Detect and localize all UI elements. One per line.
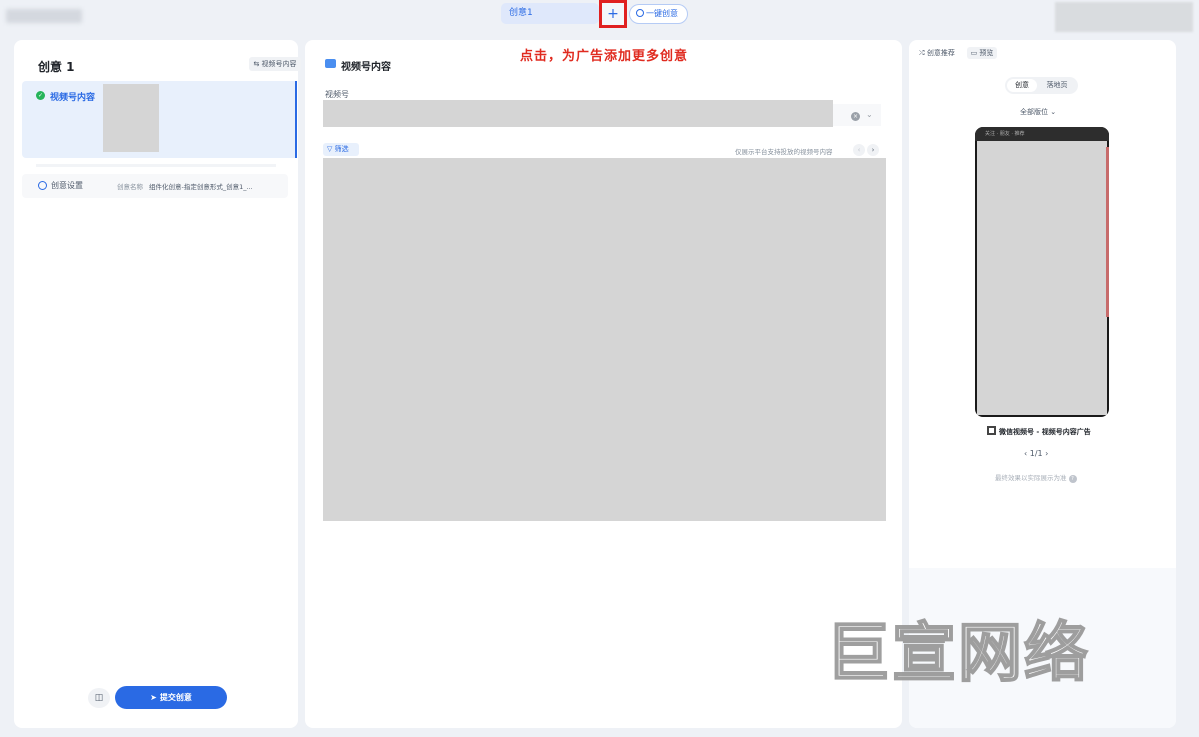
video-content-grid [323, 158, 886, 521]
creative-settings-row[interactable]: 创意设置 创意名称 组件化创意-指定创意形式_创意1_... [22, 174, 288, 198]
position-select[interactable]: 全部版位 ⌄ [1020, 107, 1056, 117]
app-logo-blurred [6, 9, 82, 23]
one-key-creative-button[interactable]: 一键创意 [629, 4, 688, 24]
preview-caption-text: 微信视频号 - 视频号内容广告 [999, 428, 1091, 436]
help-icon[interactable]: ? [1068, 475, 1077, 483]
filter-note: 仅展示平台支持投放的视频号内容 [735, 148, 833, 156]
next-page-icon[interactable]: › [867, 144, 879, 156]
preview-pager: ‹ 1/1 › [1024, 449, 1048, 458]
settings-name-value: 组件化创意-指定创意形式_创意1_... [149, 183, 253, 191]
settings-label: 创意设置 [51, 181, 83, 190]
preview-note: 最终效果以实际展示为准? [995, 472, 1077, 483]
preview-caption: 微信视频号 - 视频号内容广告 [987, 426, 1091, 437]
preview-button[interactable]: ▭ 预览 [967, 47, 997, 59]
video-content-panel: 视频号内容 视频号 × ⌄ ▽ 筛选 仅展示平台支持投放的视频号内容 ‹ › [305, 40, 902, 728]
divider [36, 164, 276, 167]
recommend-label: 创意推荐 [926, 49, 955, 57]
creative-recommend-link[interactable]: ⤮ 创意推荐 [919, 48, 955, 58]
preview-segmented-control: 创意 落地页 [1005, 77, 1078, 94]
creative-item-video-content[interactable]: ✓ 视频号内容 [22, 81, 297, 158]
check-circle-icon: ✓ [36, 91, 45, 100]
settings-name-key: 创意名称 [117, 183, 143, 191]
image-icon [325, 59, 336, 68]
phone-edge-strip [1106, 147, 1109, 317]
send-icon: ➤ [150, 693, 157, 702]
clear-icon[interactable]: × [851, 112, 860, 121]
creative-title: 创意 1 [38, 60, 75, 74]
annotation-hint: 点击，为广告添加更多创意 [520, 49, 689, 64]
phone-top-bar: 关注 · 朋友 · 推荐 [975, 127, 1109, 141]
settings-icon [38, 181, 47, 190]
phone-screen [977, 141, 1107, 415]
one-key-creative-label: 一键创意 [646, 9, 678, 18]
add-creative-button[interactable]: + [599, 0, 627, 28]
submit-creative-button[interactable]: ➤ 提交创意 [115, 686, 227, 709]
top-bar: 创意1 + 一键创意 [0, 0, 1199, 32]
user-info-blurred [1055, 2, 1193, 32]
tab-creative-1[interactable]: 创意1 [501, 3, 599, 24]
prev-page-icon[interactable]: ‹ [853, 144, 865, 156]
panel-toggle-icon[interactable]: ◫ [88, 688, 110, 708]
creative-list-panel: 创意 1 ⇆ 视频号内容 ✓ 视频号内容 创意设置 创意名称 组件化创意-指定创… [14, 40, 301, 728]
pager-next-icon[interactable]: › [1045, 449, 1048, 458]
filter-button[interactable]: ▽ 筛选 [323, 143, 359, 156]
channel-field-label: 视频号 [325, 90, 349, 99]
video-thumbnail [103, 84, 159, 152]
video-content-button-label: 视频号内容 [261, 60, 297, 68]
qr-code-icon [987, 426, 996, 435]
position-label: 全部版位 [1020, 108, 1048, 116]
preview-note-text: 最终效果以实际展示为准 [995, 474, 1067, 482]
plus-circle-icon [636, 9, 644, 17]
creative-item-label: 视频号内容 [50, 93, 96, 103]
phone-preview: 关注 · 朋友 · 推荐 [975, 127, 1109, 417]
seg-landing-page[interactable]: 落地页 [1041, 79, 1073, 92]
submit-label: 提交创意 [159, 693, 192, 702]
pager-prev-icon[interactable]: ‹ [1024, 449, 1027, 458]
filter-label: 筛选 [334, 145, 349, 153]
pager-text: 1/1 [1029, 449, 1043, 458]
watermark: 巨宣网络 [825, 616, 1090, 692]
video-content-button[interactable]: ⇆ 视频号内容 [249, 57, 301, 71]
chevron-down-icon[interactable]: ⌄ [866, 110, 873, 119]
channel-select-input[interactable] [323, 100, 833, 127]
preview-label: 预览 [979, 49, 994, 57]
chevron-down-icon: ⌄ [1050, 108, 1057, 116]
section-title: 视频号内容 [341, 62, 391, 73]
seg-creative[interactable]: 创意 [1007, 79, 1037, 92]
